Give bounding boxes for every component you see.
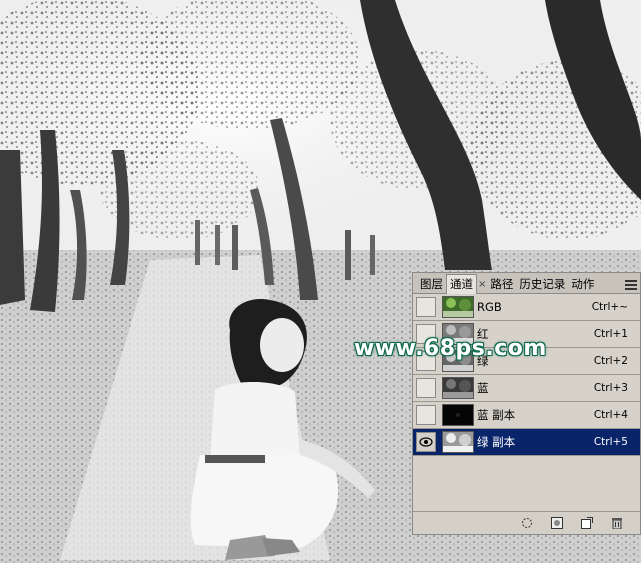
- tab-actions[interactable]: 动作: [568, 275, 597, 293]
- channel-name: 绿 副本: [477, 435, 516, 449]
- channel-row-blue[interactable]: 蓝 Ctrl+3: [413, 375, 640, 402]
- tab-close-icon[interactable]: ×: [477, 279, 487, 290]
- visibility-toggle[interactable]: [416, 297, 436, 317]
- channel-name: 蓝: [477, 381, 489, 395]
- panel-tab-bar: 图层 通道 × 路径 历史记录 动作: [413, 273, 640, 294]
- channel-shortcut: Ctrl+3: [593, 382, 628, 394]
- tab-history[interactable]: 历史记录: [516, 275, 568, 293]
- panel-menu-icon[interactable]: [625, 280, 637, 290]
- channel-row-blue-copy[interactable]: 蓝 副本 Ctrl+4: [413, 402, 640, 429]
- load-selection-icon[interactable]: [520, 516, 534, 530]
- channel-thumbnail: [442, 296, 474, 318]
- channel-row-rgb[interactable]: RGB Ctrl+~: [413, 294, 640, 321]
- channel-shortcut: Ctrl+4: [593, 409, 628, 421]
- tab-channels[interactable]: 通道: [446, 274, 477, 294]
- channel-name: RGB: [477, 300, 502, 314]
- channel-row-green-copy[interactable]: 绿 副本 Ctrl+5: [413, 429, 640, 456]
- tab-paths[interactable]: 路径: [487, 275, 516, 293]
- channel-list: RGB Ctrl+~ 红 Ctrl+1 绿 Ctrl+2 蓝 Ctrl+3 蓝 …: [413, 294, 640, 512]
- visibility-toggle[interactable]: [416, 432, 436, 452]
- visibility-toggle[interactable]: [416, 405, 436, 425]
- panel-footer: [413, 511, 640, 534]
- new-channel-icon[interactable]: [580, 516, 594, 530]
- channel-shortcut: Ctrl+1: [593, 328, 628, 340]
- channel-thumbnail: [442, 431, 474, 453]
- watermark-text: www.68ps.com: [354, 336, 547, 361]
- tab-layers[interactable]: 图层: [417, 275, 446, 293]
- channels-panel: 图层 通道 × 路径 历史记录 动作 RGB Ctrl+~ 红 Ctrl+1 绿…: [412, 272, 641, 535]
- channel-name: 蓝 副本: [477, 408, 516, 422]
- channel-thumbnail: [442, 404, 474, 426]
- eye-icon: [419, 437, 433, 447]
- delete-channel-icon[interactable]: [610, 516, 624, 530]
- visibility-toggle[interactable]: [416, 378, 436, 398]
- save-selection-icon[interactable]: [550, 516, 564, 530]
- channel-shortcut: Ctrl+2: [593, 355, 628, 367]
- channel-thumbnail: [442, 377, 474, 399]
- channel-shortcut: Ctrl+~: [591, 301, 628, 313]
- channel-shortcut: Ctrl+5: [593, 436, 628, 448]
